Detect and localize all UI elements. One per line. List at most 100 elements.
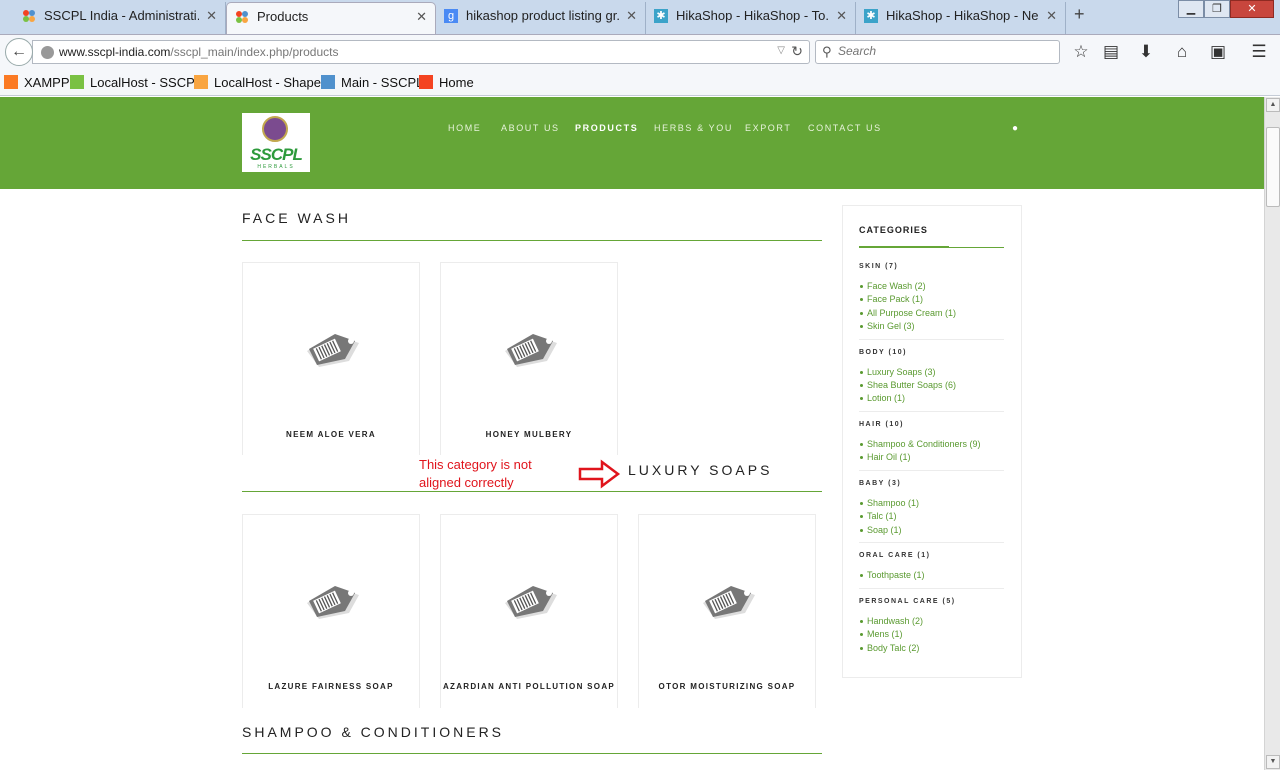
bookmark-xampp[interactable]: XAMPP: [4, 75, 70, 90]
product-name[interactable]: NEEM ALOE VERA: [243, 430, 419, 439]
downloads-icon[interactable]: ⬇: [1134, 40, 1158, 64]
bookmark-label: LocalHost - Shaper: [214, 75, 326, 90]
sidebar-link[interactable]: Shampoo & Conditioners (9): [860, 439, 981, 449]
sidebar-link[interactable]: Skin Gel (3): [860, 321, 915, 331]
sidebar-link[interactable]: Soap (1): [860, 525, 902, 535]
url-text[interactable]: www.sscpl-india.com/sscpl_main/index.php…: [59, 45, 338, 59]
sidebar-link[interactable]: Mens (1): [860, 629, 903, 639]
menu-contact-us[interactable]: CONTACT US: [808, 123, 882, 133]
sidebar-separator: [859, 588, 1004, 589]
tab-close-icon[interactable]: ✕: [206, 2, 217, 30]
tab-hikashop-1[interactable]: ✱ HikaShop - HikaShop - To... ✕: [646, 2, 856, 34]
tab-close-icon[interactable]: ✕: [416, 3, 427, 31]
pocket-icon[interactable]: ▣: [1206, 40, 1230, 64]
maximize-icon[interactable]: ❐: [1204, 0, 1230, 18]
sidebar-group-body[interactable]: BODY (10): [859, 349, 907, 356]
annotation-arrow-icon: [578, 459, 621, 489]
page-scrollbar[interactable]: ▲ ▼: [1264, 97, 1280, 770]
sidebar-link[interactable]: Lotion (1): [859, 393, 905, 403]
tab-close-icon[interactable]: ✕: [626, 2, 637, 30]
menu-products[interactable]: PRODUCTS: [575, 123, 638, 133]
sidebar-separator: [859, 339, 1004, 340]
new-tab-button[interactable]: +: [1074, 4, 1085, 25]
sidebar-link[interactable]: Talc (1): [860, 511, 897, 521]
scroll-down-icon[interactable]: ▼: [1266, 755, 1280, 769]
joomla-icon: [194, 75, 208, 89]
product-card[interactable]: LAZURE FAIRNESS SOAP: [242, 514, 420, 708]
sidebar-separator: [859, 411, 1004, 412]
dropdown-arrow-icon[interactable]: ▽: [777, 45, 785, 56]
sidebar-link[interactable]: Shampoo (1): [859, 498, 919, 508]
search-box[interactable]: ⚲: [815, 40, 1060, 64]
product-name[interactable]: OTOR MOISTURIZING SOAP: [639, 682, 815, 691]
search-icon: ⚲: [822, 44, 832, 59]
sidebar-link[interactable]: Shea Butter Soaps (6): [859, 380, 956, 390]
product-name[interactable]: LAZURE FAIRNESS SOAP: [243, 682, 419, 691]
back-button[interactable]: ←: [5, 38, 33, 66]
product-card[interactable]: AZARDIAN ANTI POLLUTION SOAP: [440, 514, 618, 708]
category-title-shampoo-conditioners[interactable]: SHAMPOO & CONDITIONERS: [242, 724, 504, 740]
tab-close-icon[interactable]: ✕: [836, 2, 847, 30]
sidebar-link[interactable]: Hair Oil (1): [860, 452, 911, 462]
sidebar-group-hair[interactable]: HAIR (10): [859, 421, 904, 428]
scroll-thumb[interactable]: [1266, 127, 1280, 207]
product-name[interactable]: AZARDIAN ANTI POLLUTION SOAP: [441, 682, 617, 691]
site-header: SSCPL HERBALS HOME ABOUT US PRODUCTS HER…: [0, 97, 1264, 189]
product-name[interactable]: HONEY MULBERY: [441, 430, 617, 439]
tab-products[interactable]: Products ✕: [226, 2, 436, 34]
annotation-note: This category is not aligned correctly: [419, 457, 532, 490]
product-card[interactable]: OTOR MOISTURIZING SOAP: [638, 514, 816, 708]
sidebar-link[interactable]: Face Pack (1): [859, 294, 923, 304]
site-search-icon[interactable]: ●: [1012, 123, 1018, 134]
sidebar-title: CATEGORIES: [859, 225, 928, 235]
menu-home[interactable]: HOME: [448, 123, 481, 133]
url-bar[interactable]: www.sscpl-india.com/sscpl_main/index.php…: [32, 40, 810, 64]
product-card[interactable]: HONEY MULBERY: [440, 262, 618, 455]
menu-herbs-and-you[interactable]: HERBS & YOU: [654, 123, 733, 133]
product-card[interactable]: NEEM ALOE VERA: [242, 262, 420, 455]
sidebar-link[interactable]: Handwash (2): [859, 616, 923, 626]
sidebar-link[interactable]: Body Talc (2): [859, 643, 919, 653]
menu-about-us[interactable]: ABOUT US: [501, 123, 560, 133]
sidebar-link[interactable]: Luxury Soaps (3): [860, 367, 936, 377]
bookmarks-bar: XAMPP LocalHost - SSCPL LocalHost - Shap…: [0, 68, 1280, 96]
tab-title: hikashop product listing gr...: [466, 8, 619, 23]
bookmark-home[interactable]: Home: [419, 75, 474, 90]
tab-google[interactable]: g hikashop product listing gr... ✕: [436, 2, 646, 34]
site-logo[interactable]: SSCPL HERBALS: [242, 113, 310, 172]
joomla-icon: [419, 75, 433, 89]
logo-subtext: HERBALS: [257, 164, 295, 170]
sidebar-group-personal-care[interactable]: PERSONAL CARE (5): [859, 598, 956, 605]
close-window-icon[interactable]: ✕: [1230, 0, 1274, 18]
tab-title: Products: [257, 9, 309, 24]
sidebar-group-skin[interactable]: SKIN (7): [859, 263, 898, 270]
sidebar-link[interactable]: Face Wash (2): [860, 281, 926, 291]
tab-title: HikaShop - HikaShop - To...: [676, 8, 829, 23]
sidebar-separator: [859, 470, 1004, 471]
sidebar-link[interactable]: All Purpose Cream (1): [859, 308, 956, 318]
search-input[interactable]: [838, 44, 1038, 58]
reload-icon[interactable]: ↻: [791, 43, 803, 60]
tab-hikashop-2[interactable]: ✱ HikaShop - HikaShop - Ne... ✕: [856, 2, 1066, 34]
price-tag-icon: [307, 586, 359, 619]
category-title-luxury-soaps[interactable]: LUXURY SOAPS: [628, 462, 772, 478]
scroll-up-icon[interactable]: ▲: [1266, 98, 1280, 112]
home-icon[interactable]: ⌂: [1170, 40, 1194, 64]
bookmark-star-icon[interactable]: ☆: [1069, 40, 1093, 64]
menu-icon[interactable]: ☰: [1247, 40, 1271, 64]
bookmark-localhost-sscpl[interactable]: LocalHost - SSCPL: [70, 75, 202, 90]
tab-admin[interactable]: SSCPL India - Administrati... ✕: [0, 2, 226, 34]
tab-close-icon[interactable]: ✕: [1046, 2, 1057, 30]
menu-export[interactable]: EXPORT: [745, 123, 791, 133]
bookmark-main-sscpl[interactable]: Main - SSCPL: [321, 75, 423, 90]
category-title-face-wash[interactable]: FACE WASH: [242, 210, 351, 226]
sidebar-link[interactable]: Toothpaste (1): [860, 570, 925, 580]
bookmark-localhost-shaper[interactable]: LocalHost - Shaper: [194, 75, 325, 90]
minimize-icon[interactable]: ▁: [1178, 0, 1204, 18]
hikashop-icon: ✱: [864, 9, 878, 23]
joomla-icon: [321, 75, 335, 89]
sidebar-group-baby[interactable]: BABY (3): [859, 480, 901, 487]
price-tag-icon: [703, 586, 755, 619]
reading-list-icon[interactable]: ▤: [1099, 40, 1123, 64]
sidebar-group-oral-care[interactable]: ORAL CARE (1): [859, 552, 930, 559]
